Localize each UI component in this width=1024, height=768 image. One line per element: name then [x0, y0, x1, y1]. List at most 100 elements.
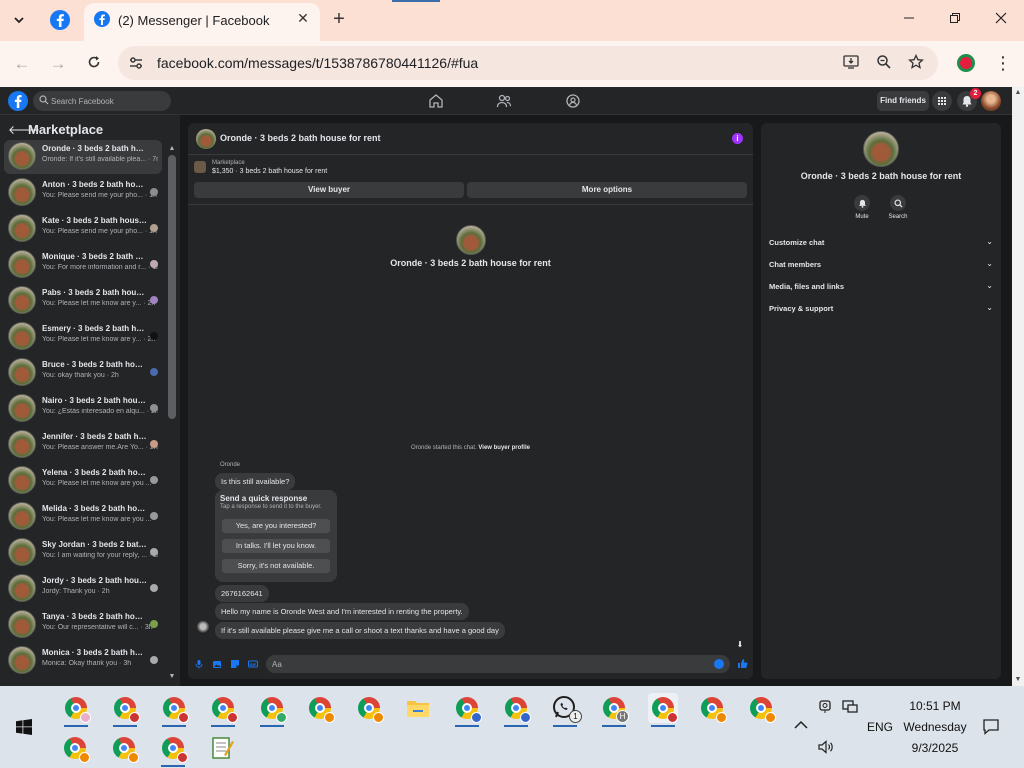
reload-icon[interactable] — [82, 52, 106, 76]
chrome-profile-13-app[interactable] — [60, 733, 90, 763]
conversation-info-icon[interactable]: i — [732, 133, 743, 144]
mute-action[interactable]: Mute — [848, 195, 876, 220]
facebook-logo-icon[interactable] — [8, 91, 28, 111]
page-scroll-down-icon[interactable]: ▼ — [1012, 674, 1024, 686]
minimize-icon[interactable] — [898, 8, 920, 30]
message-input[interactable] — [272, 657, 702, 671]
conversation-item[interactable]: Monique · 3 beds 2 bath house for rent Yo… — [4, 248, 162, 282]
quick-reply-in-talks[interactable]: In talks. I'll let you know. — [222, 539, 330, 553]
window-close-icon[interactable] — [990, 8, 1012, 30]
conversation-item[interactable]: Tanya · 3 beds 2 bath house for rent You:… — [4, 608, 162, 642]
chrome-menu-icon[interactable]: ⋮ — [994, 52, 1012, 74]
details-avatar[interactable] — [863, 131, 899, 167]
message-input-box[interactable] — [266, 655, 730, 673]
sidebar-scrollbar-thumb[interactable] — [168, 155, 176, 419]
chrome-profile-4-app[interactable] — [208, 693, 238, 727]
groups-icon[interactable] — [565, 93, 581, 109]
chrome-profile-8-app[interactable] — [452, 693, 482, 727]
notification-center-icon[interactable] — [982, 718, 1000, 736]
file-explorer-app[interactable] — [403, 693, 433, 723]
like-thumb-icon[interactable] — [737, 658, 748, 669]
photo-icon[interactable] — [212, 659, 222, 669]
chrome-profile-1-app[interactable] — [61, 693, 91, 727]
facebook-search-box[interactable] — [33, 91, 171, 111]
conversation-item[interactable]: Yelena · 3 beds 2 bath house for rent You… — [4, 464, 162, 498]
gif-icon[interactable]: GIF — [248, 659, 258, 669]
page-scrollbar[interactable]: ▲ ▼ — [1012, 87, 1024, 686]
sidebar-scroll-up-icon[interactable]: ▲ — [167, 145, 177, 153]
conversation-item[interactable]: Sky Jordan · 3 beds 2 bath house for ren… — [4, 536, 162, 570]
tab-search-dropdown-icon[interactable] — [6, 8, 32, 32]
search-action[interactable]: Search — [884, 195, 912, 220]
notepad-app[interactable] — [207, 733, 237, 763]
conversation-item[interactable]: Anton · 3 beds 2 bath house for rent You:… — [4, 176, 162, 210]
view-buyer-button[interactable]: View buyer — [194, 182, 464, 198]
browser-tab-messenger[interactable]: (2) Messenger | Facebook ✕ — [84, 3, 320, 41]
chrome-profile-9-app[interactable] — [501, 693, 531, 727]
show-hidden-icons-chevron-icon[interactable] — [794, 720, 808, 730]
back-arrow-icon[interactable]: 🡐 — [8, 122, 40, 137]
conversation-item[interactable]: Oronde · 3 beds 2 bath house for rent Oro… — [4, 140, 162, 174]
address-bar[interactable]: facebook.com/messages/t/1538786780441126… — [118, 46, 938, 80]
conversation-item[interactable]: Melida · 3 beds 2 bath house for rent You… — [4, 500, 162, 534]
conversation-item[interactable]: Kate · 3 beds 2 bath house for rent You: … — [4, 212, 162, 246]
conversation-item[interactable]: Monica · 3 beds 2 bath house for rent Mon… — [4, 644, 162, 678]
input-language[interactable]: ENG — [867, 720, 893, 734]
home-icon[interactable] — [428, 93, 444, 109]
conversation-item[interactable]: Jennifer · 3 beds 2 bath house for rent Y… — [4, 428, 162, 462]
chrome-profile-7-app[interactable] — [354, 693, 384, 723]
chrome-active-app[interactable] — [648, 693, 678, 727]
menu-grid-button[interactable] — [932, 91, 952, 111]
section-chat-members[interactable]: Chat members ⌄ — [769, 258, 993, 272]
more-options-button[interactable]: More options — [467, 182, 747, 198]
tab-close-icon[interactable]: ✕ — [294, 10, 312, 28]
bookmark-star-icon[interactable] — [907, 53, 925, 72]
view-buyer-profile-link[interactable]: View buyer profile — [478, 445, 530, 451]
windows-start-icon[interactable] — [16, 719, 32, 735]
conversation-item[interactable]: Nairo · 3 beds 2 bath house for rent You:… — [4, 392, 162, 426]
quick-reply-not-available[interactable]: Sorry, it's not available. — [222, 559, 330, 573]
restore-icon[interactable] — [944, 8, 966, 30]
section-media-files-links[interactable]: Media, files and links ⌄ — [769, 280, 993, 294]
chrome-profile-12-app[interactable] — [746, 693, 776, 723]
emoji-icon[interactable] — [714, 659, 724, 669]
zoom-icon[interactable] — [875, 54, 893, 72]
conversation-item[interactable]: Esmery · 3 beds 2 bath house for rent You… — [4, 320, 162, 354]
url-text[interactable]: facebook.com/messages/t/1538786780441126… — [157, 55, 478, 71]
friends-icon[interactable] — [496, 93, 512, 109]
chrome-profile-14-app[interactable] — [109, 733, 139, 763]
conversation-item[interactable]: Bruce · 3 beds 2 bath house for rent You:… — [4, 356, 162, 390]
pinned-facebook-tab-icon[interactable] — [49, 9, 71, 31]
microphone-icon[interactable] — [194, 659, 204, 669]
volume-icon[interactable] — [818, 740, 834, 754]
page-scroll-up-icon[interactable]: ▲ — [1012, 87, 1024, 99]
site-info-icon[interactable] — [128, 55, 144, 71]
quick-reply-interested[interactable]: Yes, are you interested? — [222, 519, 330, 533]
taskbar-clock[interactable]: 10:51 PM Wednesday 9/3/2025 — [896, 696, 974, 759]
chrome-profile-6-app[interactable] — [305, 693, 335, 723]
sticker-icon[interactable] — [230, 659, 240, 669]
account-avatar[interactable] — [981, 91, 1001, 111]
whatsapp-app[interactable]: 1 — [550, 693, 582, 727]
install-app-icon[interactable] — [842, 54, 860, 72]
sidebar-scroll-down-icon[interactable]: ▼ — [167, 673, 177, 681]
meet-now-icon[interactable] — [818, 699, 832, 715]
chrome-profile-11-app[interactable] — [697, 693, 727, 723]
find-friends-button[interactable]: Find friends — [877, 91, 929, 111]
chrome-profile-3-app[interactable] — [159, 693, 189, 727]
scroll-to-bottom-icon[interactable]: ⬇ — [735, 640, 745, 650]
chrome-profile-10-app[interactable]: H — [599, 693, 629, 727]
back-arrow-icon[interactable]: ← — [10, 52, 34, 76]
conversation-item[interactable]: Jordy · 3 beds 2 bath house for rent Jord… — [4, 572, 162, 606]
section-privacy-support[interactable]: Privacy & support ⌄ — [769, 302, 993, 316]
contact-avatar-large[interactable] — [456, 225, 486, 255]
forward-arrow-icon[interactable]: → — [46, 52, 70, 76]
conversation-item[interactable]: Pabs · 3 beds 2 bath house for rent You: … — [4, 284, 162, 318]
section-customize-chat[interactable]: Customize chat ⌄ — [769, 236, 993, 250]
new-tab-button[interactable]: + — [328, 8, 350, 30]
chrome-profile-5-app[interactable] — [257, 693, 287, 727]
network-icon[interactable] — [842, 700, 858, 714]
chrome-profile-15-app[interactable] — [158, 733, 188, 767]
chat-title[interactable]: Oronde · 3 beds 2 bath house for rent — [220, 133, 381, 143]
chrome-profile-avatar[interactable] — [957, 54, 975, 72]
